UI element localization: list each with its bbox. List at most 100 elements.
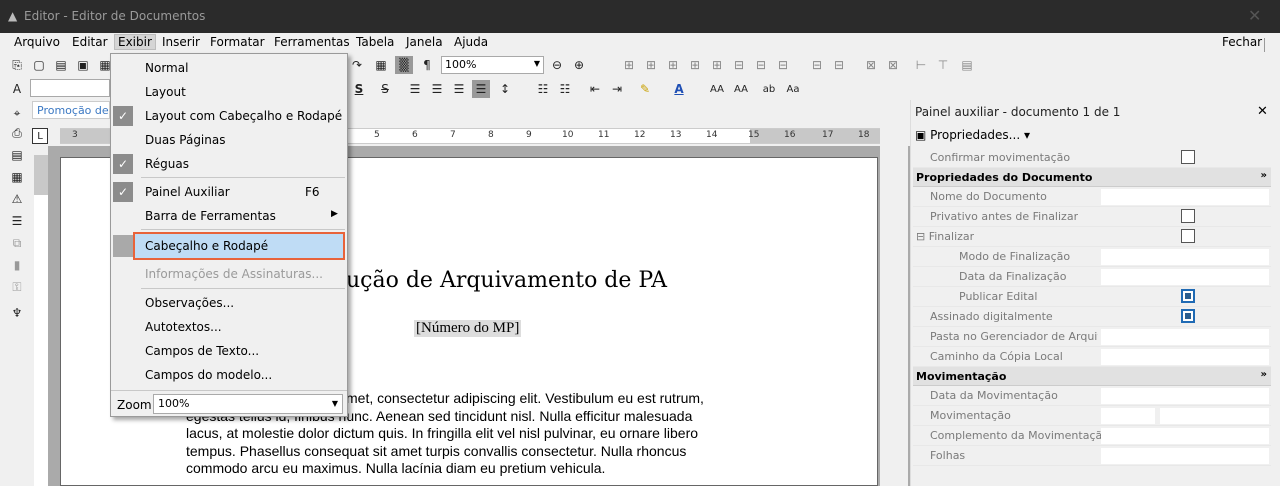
local-copy-field[interactable]	[1101, 349, 1269, 365]
menu-ferramentas[interactable]: Ferramentas	[274, 35, 350, 49]
finalize-mode-field[interactable]	[1101, 249, 1269, 265]
menu-item-autotexts[interactable]: Autotextos...	[111, 315, 347, 339]
menu-item-layout[interactable]: Layout	[111, 80, 347, 104]
paint-tool-icon[interactable]: ♆	[8, 304, 26, 322]
grow-font-icon[interactable]: AA	[708, 80, 726, 98]
zoom-out-icon[interactable]: ⊖	[548, 56, 566, 74]
zoom-in-icon[interactable]: ⊕	[570, 56, 588, 74]
move-date-field[interactable]	[1101, 388, 1269, 404]
tab-stop-icon[interactable]: L	[32, 128, 48, 144]
menu-item-notes[interactable]: Observações...	[111, 291, 347, 315]
doc-name-field[interactable]	[1101, 189, 1269, 205]
numbering-icon[interactable]: ☷	[556, 80, 574, 98]
table-tool4-icon[interactable]: ⊤	[934, 56, 952, 74]
justify-icon[interactable]: ☰	[472, 80, 490, 98]
menu-item-normal[interactable]: Normal	[111, 56, 347, 80]
char-style2-icon[interactable]: Aa	[784, 80, 802, 98]
collapse-icon[interactable]: »	[1261, 170, 1267, 181]
open-icon[interactable]: ▤	[52, 56, 70, 74]
table-rows-icon[interactable]: ⊟	[808, 56, 826, 74]
page-tool-icon[interactable]: ▤	[8, 146, 26, 164]
table-cell-icon[interactable]: ⊞	[708, 56, 726, 74]
underline-s-icon[interactable]: S	[350, 80, 368, 98]
table-tool3-icon[interactable]: ⊢	[912, 56, 930, 74]
panel-close-icon[interactable]: ✕	[1257, 104, 1268, 119]
highlight-icon[interactable]: ✎	[636, 80, 654, 98]
pages-field[interactable]	[1101, 448, 1269, 464]
menu-editar[interactable]: Editar	[72, 35, 108, 49]
menu-item-rulers[interactable]: ✓ Réguas	[111, 152, 347, 176]
menu-item-text-fields[interactable]: Campos de Texto...	[111, 339, 347, 363]
menu-tabela[interactable]: Tabela	[356, 35, 394, 49]
menu-ajuda[interactable]: Ajuda	[454, 35, 488, 49]
document-title[interactable]: ução de Arquivamento de PA	[346, 268, 667, 293]
align-left-icon[interactable]: ☰	[406, 80, 424, 98]
table-delete-icon[interactable]: ⊟	[774, 56, 792, 74]
move-field-a[interactable]	[1101, 408, 1155, 424]
strike-icon[interactable]: S	[376, 80, 394, 98]
menu-janela[interactable]: Janela	[406, 35, 443, 49]
section-document-properties[interactable]: Propriedades do Documento »	[913, 168, 1271, 187]
menu-item-aux-panel[interactable]: ✓ Painel Auxiliar F6	[111, 180, 347, 204]
lock-tool-icon[interactable]: ⚿	[8, 278, 26, 296]
list-tool-icon[interactable]: ☰	[8, 212, 26, 230]
mp-number-field[interactable]: [Número do MP]	[414, 320, 522, 337]
table-tool5-icon[interactable]: ▤	[958, 56, 976, 74]
close-document-button[interactable]: Fechar	[1222, 35, 1262, 49]
vertical-scrollbar[interactable]	[880, 146, 908, 486]
move-complement-field[interactable]	[1101, 428, 1269, 444]
font-color-icon[interactable]: A	[670, 80, 688, 98]
menu-item-header-footer-label[interactable]: Cabeçalho e Rodapé	[111, 234, 347, 258]
menu-item-toolbars[interactable]: Barra de Ferramentas ▶	[111, 204, 347, 228]
indent-less-icon[interactable]: ⇤	[586, 80, 604, 98]
block-tool-icon[interactable]: ▮	[8, 256, 26, 274]
chevron-down-icon[interactable]: ▼	[332, 399, 338, 408]
warning-tool-icon[interactable]: ⚠	[8, 190, 26, 208]
doc-tool-icon[interactable]: ▦	[8, 168, 26, 186]
new-doc-icon[interactable]: ⎘	[8, 56, 26, 74]
signed-checkbox[interactable]	[1181, 309, 1195, 323]
menu-zoom-combo[interactable]: 100% ▼	[153, 394, 343, 414]
table-icon[interactable]: ▦	[372, 56, 390, 74]
table-insert-icon[interactable]: ⊞	[642, 56, 660, 74]
finalize-date-field[interactable]	[1101, 269, 1269, 285]
vertical-ruler[interactable]	[34, 155, 48, 486]
line-spacing-icon[interactable]: ↕	[496, 80, 514, 98]
style-combo[interactable]	[30, 79, 110, 97]
properties-button[interactable]: ▣ Propriedades... ▾	[915, 128, 1030, 142]
new-icon[interactable]: ▢	[30, 56, 48, 74]
collapse-icon[interactable]: »	[1261, 369, 1267, 380]
pilcrow-icon[interactable]: ¶	[418, 56, 436, 74]
style-icon[interactable]: A	[8, 80, 26, 98]
frame-tool-icon[interactable]: ⎙	[8, 124, 26, 142]
chevron-down-icon[interactable]: ▼	[534, 59, 540, 68]
move-field-b[interactable]	[1160, 408, 1269, 424]
bullets-icon[interactable]: ☷	[534, 80, 552, 98]
zoom-combo[interactable]: 100% ▼	[441, 56, 544, 74]
save-icon[interactable]: ▣	[74, 56, 92, 74]
menu-item-model-fields[interactable]: Campos do modelo...	[111, 363, 347, 387]
table-cols-icon[interactable]: ⊟	[830, 56, 848, 74]
shrink-font-icon[interactable]: AA	[732, 80, 750, 98]
menu-item-layout-header[interactable]: ✓ Layout com Cabeçalho e Rodapé	[111, 104, 347, 128]
menu-formatar[interactable]: Formatar	[210, 35, 265, 49]
tab-document[interactable]: Promoção de A	[32, 101, 110, 119]
menu-exibir[interactable]: Exibir	[114, 34, 156, 50]
table-tool-icon[interactable]: ⊠	[862, 56, 880, 74]
table-merge-icon[interactable]: ⊟	[730, 56, 748, 74]
char-style-icon[interactable]: ab	[760, 80, 778, 98]
confirm-move-checkbox[interactable]	[1181, 150, 1195, 164]
copy-tool-icon[interactable]: ⧉	[8, 234, 26, 252]
folder-field[interactable]	[1101, 329, 1269, 345]
menu-item-two-pages[interactable]: Duas Páginas	[111, 128, 347, 152]
table-col-icon[interactable]: ⊞	[686, 56, 704, 74]
table-split-icon[interactable]: ⊟	[752, 56, 770, 74]
table-border-icon[interactable]: ⊞	[620, 56, 638, 74]
grid-icon[interactable]: ▒	[395, 56, 413, 74]
redo-icon[interactable]: ↷	[348, 56, 366, 74]
private-checkbox[interactable]	[1181, 209, 1195, 223]
section-movement[interactable]: Movimentação »	[913, 367, 1271, 386]
menu-inserir[interactable]: Inserir	[162, 35, 200, 49]
align-right-icon[interactable]: ☰	[450, 80, 468, 98]
window-close-icon[interactable]: ✕	[1248, 6, 1261, 25]
